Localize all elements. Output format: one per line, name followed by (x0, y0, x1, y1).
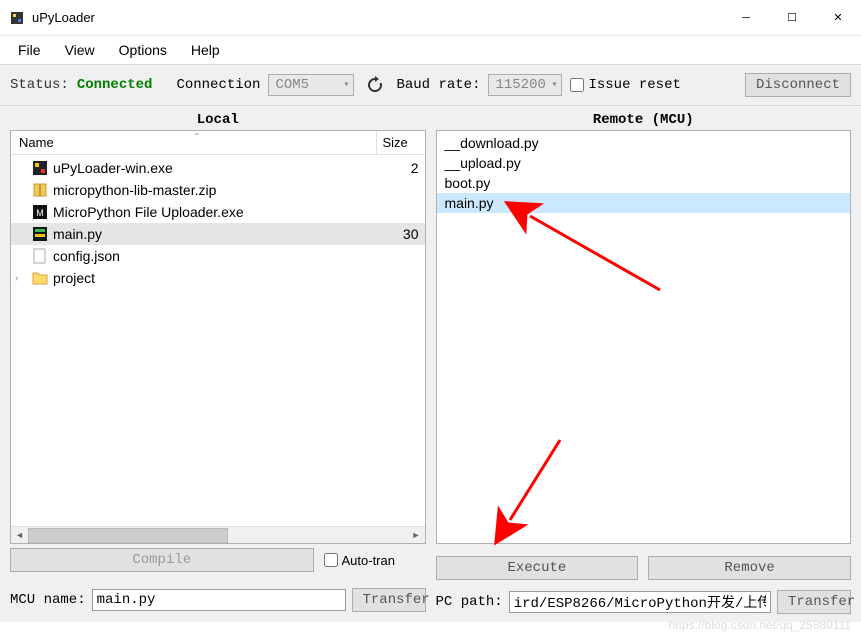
column-size[interactable]: Size (377, 131, 425, 154)
titlebar: uPyLoader ─ ☐ ✕ (0, 0, 861, 36)
remote-file-list: __download.py __upload.py boot.py main.p… (437, 131, 851, 543)
file-name: micropython-lib-master.zip (53, 182, 379, 198)
file-row[interactable]: uPyLoader-win.exe 2 (11, 157, 425, 179)
compile-button[interactable]: Compile (10, 548, 314, 572)
remote-file-row[interactable]: main.py (437, 193, 851, 213)
issue-reset-checkbox[interactable]: Issue reset (570, 77, 680, 93)
file-name: project (53, 270, 379, 286)
watermark: https://blog.csdn.net/qq_25880111 (669, 618, 851, 632)
scroll-left-icon[interactable]: ◄ (11, 527, 28, 544)
baud-value: 115200 (495, 77, 545, 93)
svg-text:M: M (36, 208, 44, 218)
exe-icon (31, 160, 49, 176)
bottom-controls: Compile Auto-tran MCU name: Transfer Lis… (0, 546, 861, 622)
menu-options[interactable]: Options (109, 38, 177, 62)
file-row[interactable]: M MicroPython File Uploader.exe (11, 201, 425, 223)
remote-file-row[interactable]: __upload.py (437, 153, 851, 173)
close-button[interactable]: ✕ (815, 1, 861, 35)
column-name[interactable]: ⌃ Name (11, 131, 377, 154)
connection-combo[interactable]: COM5 (268, 74, 354, 96)
python-file-icon (31, 226, 49, 242)
issue-reset-input[interactable] (570, 78, 584, 92)
status-label: Status: (10, 77, 69, 93)
mcu-name-input[interactable] (92, 589, 346, 611)
mcu-name-label: MCU name: (10, 592, 86, 608)
sort-indicator-icon: ⌃ (193, 132, 200, 141)
scroll-thumb[interactable] (28, 528, 228, 543)
baud-label: Baud rate: (396, 77, 480, 93)
auto-transfer-label: Auto-tran (342, 553, 395, 568)
file-size: 2 (379, 160, 421, 176)
local-file-tree[interactable]: ⌃ Name Size uPyLoader-win.exe 2 micropyt… (10, 130, 426, 544)
file-size: 30 (379, 226, 421, 242)
window-title: uPyLoader (32, 10, 95, 25)
zip-icon (31, 182, 49, 198)
local-file-list: uPyLoader-win.exe 2 micropython-lib-mast… (11, 155, 425, 291)
execute-button[interactable]: Execute (436, 556, 639, 580)
file-name: MicroPython File Uploader.exe (53, 204, 379, 220)
issue-reset-label: Issue reset (588, 77, 680, 93)
column-name-label: Name (19, 135, 54, 150)
menu-file[interactable]: File (8, 38, 51, 62)
refresh-icon[interactable] (362, 74, 388, 96)
remote-panel: Remote (MCU) __download.py __upload.py b… (436, 110, 852, 544)
menu-help[interactable]: Help (181, 38, 230, 62)
transfer-to-pc-button[interactable]: Transfer (777, 590, 851, 614)
menu-view[interactable]: View (55, 38, 105, 62)
file-row[interactable]: main.py 30 (11, 223, 425, 245)
auto-transfer-input[interactable] (324, 553, 338, 567)
folder-icon (31, 271, 49, 285)
file-name: config.json (53, 248, 379, 264)
transfer-to-mcu-button[interactable]: Transfer (352, 588, 426, 612)
local-columns-header: ⌃ Name Size (11, 131, 425, 155)
horizontal-scrollbar[interactable]: ◄ ► (11, 526, 425, 543)
maximize-button[interactable]: ☐ (769, 1, 815, 35)
remote-panel-title: Remote (MCU) (436, 110, 852, 130)
file-icon (31, 248, 49, 264)
baud-combo[interactable]: 115200 (488, 74, 562, 96)
file-name: main.py (53, 226, 379, 242)
file-row[interactable]: config.json (11, 245, 425, 267)
auto-transfer-checkbox[interactable]: Auto-tran (324, 548, 426, 572)
scroll-right-icon[interactable]: ► (408, 527, 425, 544)
remote-file-row[interactable]: __download.py (437, 133, 851, 153)
disconnect-button[interactable]: Disconnect (745, 73, 851, 97)
minimize-button[interactable]: ─ (723, 1, 769, 35)
exe-icon: M (31, 204, 49, 220)
folder-row[interactable]: › project (11, 267, 425, 289)
pc-path-input[interactable] (509, 591, 771, 613)
status-value: Connected (77, 77, 153, 93)
remote-file-row[interactable]: boot.py (437, 173, 851, 193)
expand-icon[interactable]: › (15, 273, 18, 284)
remote-file-list-container[interactable]: __download.py __upload.py boot.py main.p… (436, 130, 852, 544)
local-panel: Local ⌃ Name Size uPyLoader-win.exe 2 mi… (10, 110, 426, 544)
local-panel-title: Local (10, 110, 426, 130)
file-name: uPyLoader-win.exe (53, 160, 379, 176)
remove-button[interactable]: Remove (648, 556, 851, 580)
menubar: File View Options Help (0, 36, 861, 64)
connection-label: Connection (176, 77, 260, 93)
app-icon (8, 9, 26, 27)
file-row[interactable]: micropython-lib-master.zip (11, 179, 425, 201)
pc-path-label: PC path: (436, 594, 503, 610)
connection-value: COM5 (275, 77, 309, 93)
status-bar: Status: Connected Connection COM5 Baud r… (0, 64, 861, 106)
window-controls: ─ ☐ ✕ (723, 1, 861, 35)
